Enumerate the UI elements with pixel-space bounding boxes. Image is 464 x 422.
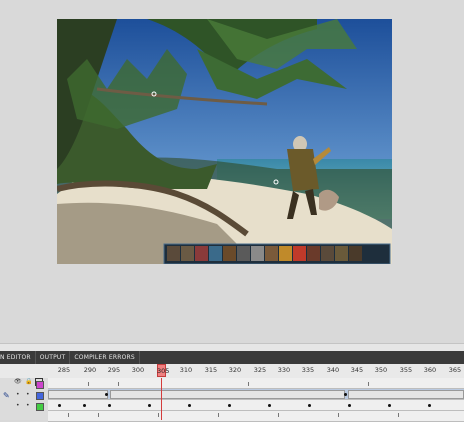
item-slot-icon[interactable]	[167, 246, 180, 261]
potion-icon[interactable]	[195, 246, 208, 261]
layer-color-swatch[interactable]	[36, 381, 44, 389]
layer-frames[interactable]	[48, 378, 464, 422]
layer-visible-dot[interactable]: •	[16, 402, 20, 409]
layer-row[interactable]	[48, 411, 464, 422]
bomb-icon[interactable]	[307, 246, 320, 261]
bow-icon[interactable]	[335, 246, 348, 261]
ruler-label: 350	[374, 366, 388, 374]
playhead-line	[161, 378, 162, 420]
stage-area	[0, 0, 464, 343]
tab-motion-editor[interactable]: N EDITOR	[0, 351, 36, 364]
current-frame-label: 305	[157, 367, 170, 375]
ruler-label: 285	[57, 366, 71, 374]
pouch-icon[interactable]	[265, 246, 278, 261]
tab-output[interactable]: OUTPUT	[36, 351, 71, 364]
keyframe-dot[interactable]	[344, 393, 347, 396]
armor-icon[interactable]	[349, 246, 362, 261]
layer-row-selected[interactable]	[48, 389, 464, 400]
layer-color-swatch[interactable]	[36, 392, 44, 400]
layer-row[interactable]	[48, 400, 464, 411]
panel-tabs: N EDITOR OUTPUT COMPILER ERRORS	[0, 351, 464, 364]
layer-lock-dot[interactable]: •	[26, 402, 30, 409]
eye-icon[interactable]: 👁	[14, 378, 22, 385]
ruler-label: 340	[326, 366, 340, 374]
ruler-label: 335	[301, 366, 315, 374]
ruler-label: 365	[448, 366, 462, 374]
scroll-grip-icon[interactable]	[218, 345, 228, 360]
ruler-label: 295	[107, 366, 121, 374]
fire-icon[interactable]	[293, 246, 306, 261]
keyframe-dot[interactable]	[105, 393, 108, 396]
stage-canvas[interactable]	[57, 19, 392, 264]
ruler-label: 345	[350, 366, 364, 374]
ruler-label: 320	[228, 366, 242, 374]
lock-icon[interactable]: 🔒	[25, 378, 32, 385]
star-icon[interactable]	[251, 246, 264, 261]
layer-controls: 👁 🔒 ✎ • • • •	[0, 378, 48, 420]
sword-icon[interactable]	[181, 246, 194, 261]
frame-span[interactable]	[110, 390, 345, 399]
ruler-label: 355	[399, 366, 413, 374]
tab-compiler-errors[interactable]: COMPILER ERRORS	[70, 351, 140, 364]
coin-icon[interactable]	[279, 246, 292, 261]
layer-lock-dot[interactable]: •	[26, 391, 30, 398]
playhead-handle[interactable]: 305	[157, 364, 170, 377]
beach-scene-image	[57, 19, 392, 264]
ruler-label: 315	[204, 366, 218, 374]
frame-span[interactable]	[348, 390, 464, 399]
rune-icon[interactable]	[209, 246, 222, 261]
staff-icon[interactable]	[237, 246, 250, 261]
ruler-label: 290	[83, 366, 97, 374]
ruler-label: 325	[253, 366, 267, 374]
layer-visible-dot[interactable]: •	[16, 391, 20, 398]
frame-span[interactable]	[48, 390, 108, 399]
frame-ruler[interactable]: 285 290 295 300 310 315 320 325 330 335 …	[0, 364, 464, 379]
layer-color-swatch[interactable]	[36, 403, 44, 411]
axe-icon[interactable]	[321, 246, 334, 261]
ruler-label: 300	[131, 366, 145, 374]
shield-icon[interactable]	[223, 246, 236, 261]
layer-row[interactable]	[48, 378, 464, 389]
pencil-icon[interactable]: ✎	[3, 391, 10, 400]
ruler-label: 310	[179, 366, 193, 374]
ruler-label: 330	[277, 366, 291, 374]
ruler-label: 360	[423, 366, 437, 374]
timeline-panel: N EDITOR OUTPUT COMPILER ERRORS 285 290 …	[0, 351, 464, 422]
